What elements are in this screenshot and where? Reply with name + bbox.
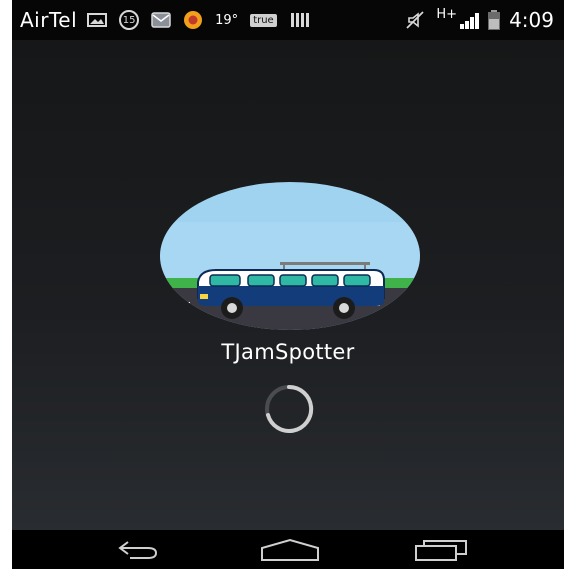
carrier-name: AirTel (20, 8, 78, 32)
mail-icon (151, 12, 171, 28)
signal-icon (459, 11, 481, 29)
home-icon (261, 538, 319, 561)
splash-screen: TJamSpotter (12, 40, 564, 530)
mute-icon (406, 11, 425, 29)
temperature: 19° (215, 12, 239, 28)
network-type: H+ (436, 6, 458, 22)
true-app-icon: true (250, 13, 277, 27)
recent-apps-button[interactable] (392, 530, 492, 569)
app-logo (160, 182, 420, 330)
loading-spinner (265, 384, 314, 433)
battery-icon (487, 10, 501, 30)
status-bar: AirTel 15 19° true H+ 4:09 (12, 0, 564, 40)
notification-count: 15 (122, 14, 136, 26)
navigation-bar (12, 530, 564, 569)
home-button[interactable] (240, 530, 340, 569)
barcode-icon (290, 13, 309, 27)
app-name: TJamSpotter (221, 340, 355, 364)
recent-apps-icon (415, 539, 467, 561)
phone-screen: AirTel 15 19° true H+ 4:09 TJamSpotter (12, 0, 564, 569)
app-icon (183, 10, 203, 30)
back-button[interactable] (88, 530, 188, 569)
clock: 4:09 (509, 8, 554, 32)
image-icon (87, 13, 108, 27)
notification-count-icon: 15 (119, 10, 140, 30)
back-icon (118, 540, 158, 559)
